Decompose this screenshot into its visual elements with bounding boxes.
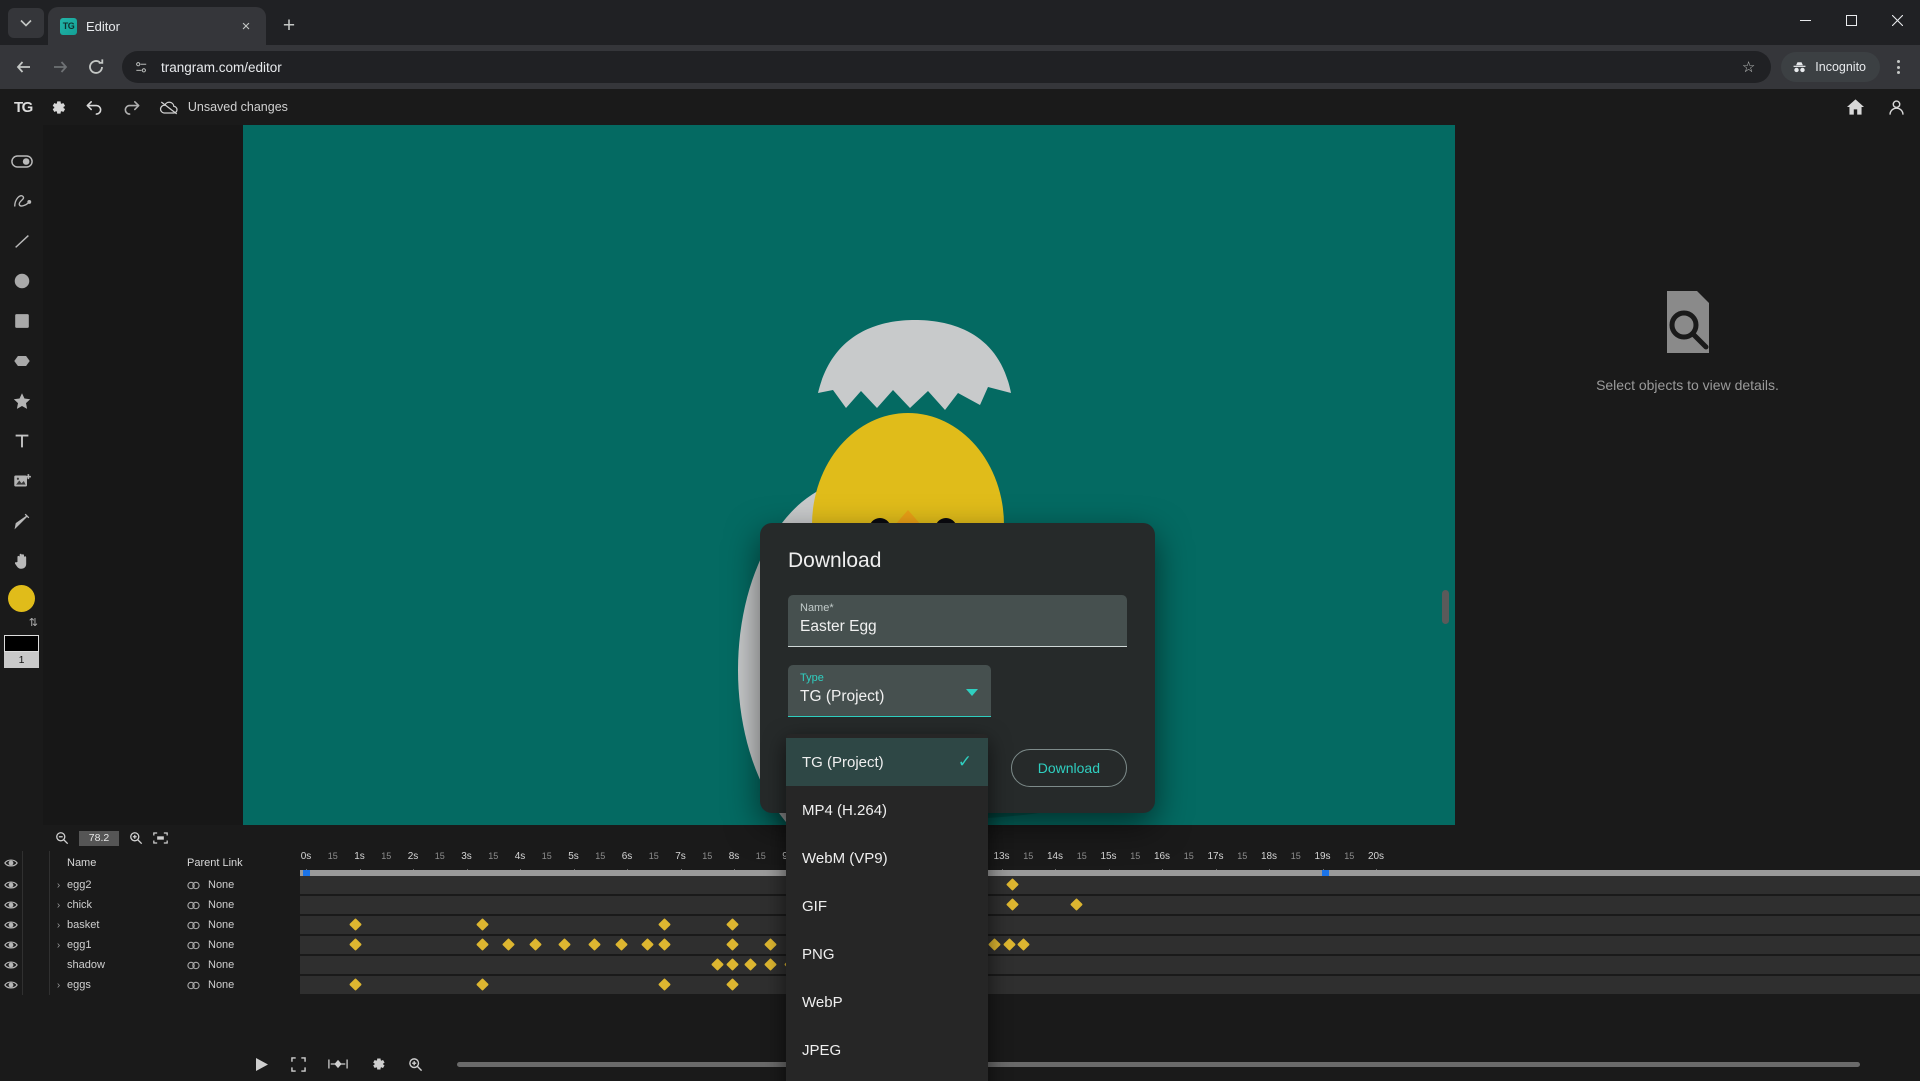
- tab-favicon: TG: [60, 17, 77, 35]
- name-field[interactable]: Name* Easter Egg: [788, 595, 1127, 647]
- type-field-label: Type: [800, 672, 824, 684]
- dropdown-option[interactable]: JPEG: [786, 1026, 988, 1074]
- dropdown-option-label: TG (Project): [802, 753, 884, 771]
- name-field-label: Name*: [800, 602, 834, 614]
- type-field-value: TG (Project): [800, 688, 885, 705]
- address-bar[interactable]: trangram.com/editor ☆: [122, 51, 1772, 83]
- download-button[interactable]: Download: [1010, 749, 1127, 787]
- browser-tab[interactable]: TG Editor ×: [48, 7, 266, 45]
- window-controls: [1782, 0, 1920, 40]
- type-select[interactable]: Type TG (Project): [788, 665, 991, 717]
- incognito-icon: [1793, 62, 1806, 73]
- window-minimize-button[interactable]: [1782, 0, 1828, 40]
- chevron-down-icon[interactable]: [966, 689, 978, 696]
- dropdown-option-label: PNG: [802, 945, 835, 963]
- dropdown-option[interactable]: WebM (VP9): [786, 834, 988, 882]
- dropdown-option[interactable]: MP4 (H.264): [786, 786, 988, 834]
- dropdown-option[interactable]: TG (Project) ✓: [786, 738, 988, 786]
- window-maximize-button[interactable]: [1828, 0, 1874, 40]
- bookmark-star-icon[interactable]: ☆: [1742, 58, 1759, 76]
- browser-tab-strip: TG Editor × +: [0, 0, 1920, 45]
- dropdown-option-label: WebM (VP9): [802, 849, 888, 867]
- dropdown-option-label: JPEG: [802, 1041, 842, 1059]
- dropdown-option[interactable]: SVG: [786, 1074, 988, 1081]
- dropdown-option-label: WebP: [802, 993, 843, 1011]
- forward-icon[interactable]: [44, 51, 76, 83]
- tab-title: Editor: [86, 18, 120, 34]
- window-close-button[interactable]: [1874, 0, 1920, 40]
- dropdown-option-label: GIF: [802, 897, 827, 915]
- dropdown-option[interactable]: WebP: [786, 978, 988, 1026]
- tab-search-button[interactable]: [8, 8, 44, 38]
- app-root: TG Unsaved changes ⇅ 1 Select objects to…: [0, 89, 1920, 1081]
- tab-close-icon[interactable]: ×: [236, 16, 256, 36]
- new-tab-button[interactable]: +: [274, 10, 304, 40]
- dialog-title: Download: [788, 549, 882, 572]
- incognito-label: Incognito: [1815, 60, 1866, 74]
- address-bar-url: trangram.com/editor: [161, 59, 282, 75]
- browser-toolbar: trangram.com/editor ☆ Incognito: [0, 45, 1920, 89]
- type-dropdown-menu[interactable]: TG (Project) ✓ MP4 (H.264) WebM (VP9) GIF PNG…: [786, 734, 988, 1081]
- dropdown-option-label: MP4 (H.264): [802, 801, 888, 819]
- check-icon: ✓: [957, 752, 972, 771]
- reload-icon[interactable]: [80, 51, 112, 83]
- dropdown-option[interactable]: GIF: [786, 882, 988, 930]
- back-icon[interactable]: [8, 51, 40, 83]
- incognito-indicator[interactable]: Incognito: [1781, 52, 1880, 82]
- dropdown-option[interactable]: PNG: [786, 930, 988, 978]
- site-settings-icon[interactable]: [134, 60, 149, 75]
- browser-menu-icon[interactable]: [1884, 52, 1912, 82]
- name-field-value[interactable]: Easter Egg: [800, 618, 1115, 636]
